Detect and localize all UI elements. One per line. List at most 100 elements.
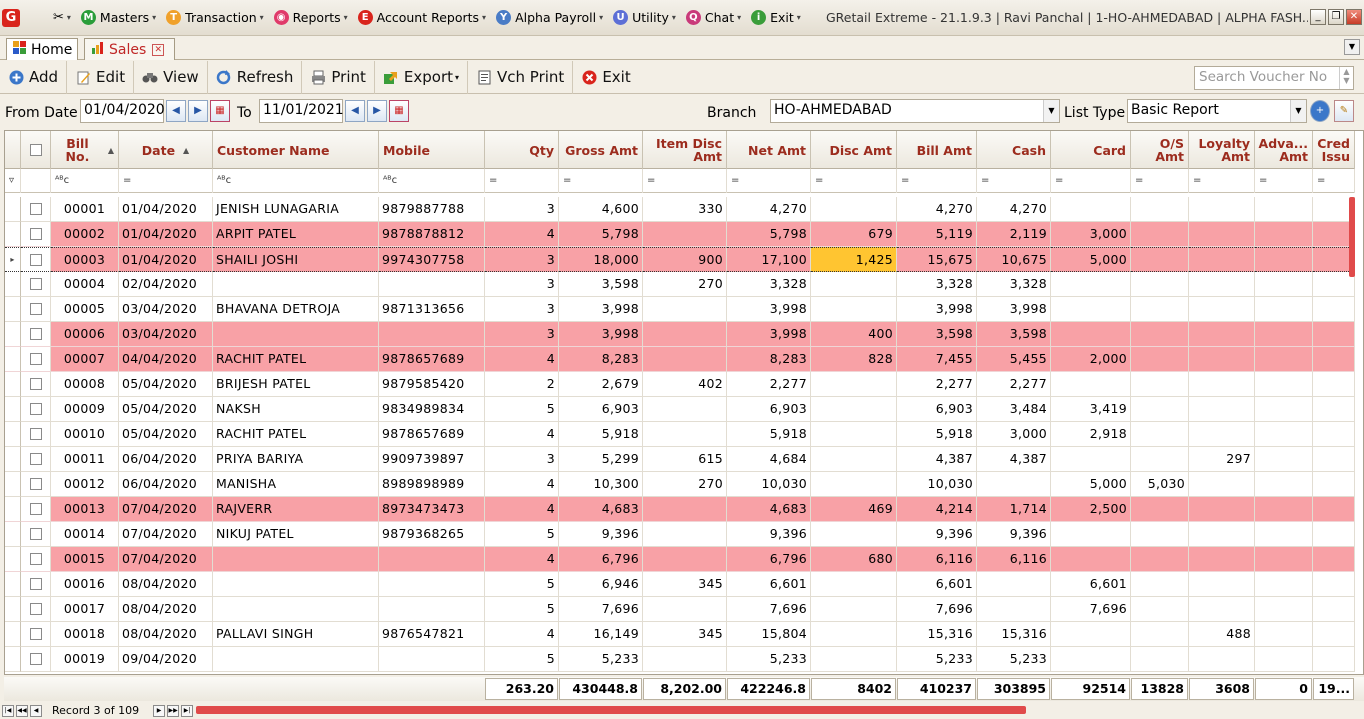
cell-card[interactable]: 6,601	[1051, 572, 1131, 597]
cell-disc[interactable]	[811, 472, 897, 497]
column-header-date[interactable]: Date ▲	[119, 131, 213, 169]
row-checkbox[interactable]	[29, 303, 42, 315]
filter-cell-customer[interactable]: ᴬᴮc	[213, 169, 379, 193]
cell-customer[interactable]: PRIYA BARIYA	[213, 447, 379, 472]
cell-mobile[interactable]: 9879368265	[379, 522, 485, 547]
cell-os[interactable]	[1131, 397, 1189, 422]
cell-cash[interactable]	[977, 472, 1051, 497]
exit-button[interactable]: Exit	[573, 61, 638, 94]
cell-net[interactable]: 9,396	[727, 522, 811, 547]
cell-card[interactable]	[1051, 547, 1131, 572]
row-checkbox[interactable]	[29, 503, 42, 515]
filter-cell-gross[interactable]: =	[559, 169, 643, 193]
cell-disc[interactable]	[811, 647, 897, 672]
cell-net[interactable]: 3,998	[727, 297, 811, 322]
row-select[interactable]	[21, 372, 51, 397]
tab-home[interactable]: Home	[6, 38, 78, 60]
cell-mobile[interactable]: 9871313656	[379, 297, 485, 322]
filter-cell-item-disc[interactable]: =	[643, 169, 727, 193]
cell-gross[interactable]: 4,600	[559, 197, 643, 222]
cell-qty[interactable]: 3	[485, 322, 559, 347]
cell-gross[interactable]: 6,903	[559, 397, 643, 422]
cell-qty[interactable]: 3	[485, 447, 559, 472]
add-button[interactable]: Add	[0, 60, 68, 94]
cell-date[interactable]: 05/04/2020	[119, 372, 213, 397]
cell-bill-amt[interactable]: 6,601	[897, 572, 977, 597]
column-header-cash[interactable]: Cash	[977, 131, 1051, 169]
cell-loyalty[interactable]	[1189, 322, 1255, 347]
cell-customer[interactable]	[213, 572, 379, 597]
cell-gross[interactable]: 7,696	[559, 597, 643, 622]
cell-qty[interactable]: 5	[485, 522, 559, 547]
restore-button[interactable]: ❐	[1328, 9, 1344, 25]
cell-mobile[interactable]: 8989898989	[379, 472, 485, 497]
cell-card[interactable]	[1051, 647, 1131, 672]
row-select[interactable]	[21, 422, 51, 447]
customize-menu[interactable]: ✂ ▾	[48, 0, 76, 36]
cell-net[interactable]: 6,796	[727, 547, 811, 572]
cell-loyalty[interactable]	[1189, 547, 1255, 572]
cell-mobile[interactable]: 9878878812	[379, 222, 485, 247]
cell-cred[interactable]	[1313, 297, 1355, 322]
cell-adva[interactable]	[1255, 372, 1313, 397]
cell-mobile[interactable]	[379, 547, 485, 572]
add-report-icon[interactable]: +	[1310, 100, 1330, 122]
cell-os[interactable]	[1131, 422, 1189, 447]
cell-disc[interactable]: 679	[811, 222, 897, 247]
cell-cash[interactable]: 5,455	[977, 347, 1051, 372]
cell-cred[interactable]	[1313, 397, 1355, 422]
cell-cash[interactable]: 15,316	[977, 622, 1051, 647]
cell-date[interactable]: 03/04/2020	[119, 322, 213, 347]
cell-cash[interactable]: 3,598	[977, 322, 1051, 347]
cell-item-disc[interactable]	[643, 597, 727, 622]
row-checkbox[interactable]	[29, 478, 42, 490]
cell-os[interactable]	[1131, 622, 1189, 647]
cell-bill-amt[interactable]: 7,696	[897, 597, 977, 622]
cell-customer[interactable]: RAJVERR	[213, 497, 379, 522]
column-header-adva[interactable]: Adva... Amt	[1255, 131, 1313, 169]
chevron-down-icon[interactable]: ▼	[1290, 100, 1306, 122]
filter-cell-qty[interactable]: =	[485, 169, 559, 193]
table-row[interactable]: 00013 07/04/2020 RAJVERR 8973473473 4 4,683 4,…	[5, 497, 1355, 522]
prev-record-button[interactable]: ◀	[30, 704, 42, 717]
row-checkbox[interactable]	[29, 453, 42, 465]
cell-cred[interactable]	[1313, 522, 1355, 547]
cell-bill-amt[interactable]: 2,277	[897, 372, 977, 397]
row-select[interactable]	[21, 447, 51, 472]
cell-adva[interactable]	[1255, 447, 1313, 472]
cell-bill-no[interactable]: 00008	[51, 372, 119, 397]
cell-cred[interactable]	[1313, 422, 1355, 447]
cell-qty[interactable]: 2	[485, 372, 559, 397]
row-checkbox[interactable]	[29, 203, 42, 215]
cell-card[interactable]	[1051, 272, 1131, 297]
row-checkbox[interactable]	[29, 378, 42, 390]
cell-os[interactable]	[1131, 297, 1189, 322]
table-row[interactable]: 00016 08/04/2020 5 6,946 345 6,601 6,601 6,601	[5, 572, 1355, 597]
cell-loyalty[interactable]	[1189, 497, 1255, 522]
filter-cell-os[interactable]: =	[1131, 169, 1189, 193]
cell-gross[interactable]: 5,299	[559, 447, 643, 472]
table-row[interactable]: 00015 07/04/2020 4 6,796 6,796 680 6,116 6,116	[5, 547, 1355, 572]
row-checkbox[interactable]	[29, 353, 42, 365]
cell-item-disc[interactable]	[643, 222, 727, 247]
filter-cell-net[interactable]: =	[727, 169, 811, 193]
column-header-gross[interactable]: Gross Amt	[559, 131, 643, 169]
cell-date[interactable]: 07/04/2020	[119, 497, 213, 522]
cell-loyalty[interactable]	[1189, 372, 1255, 397]
cell-net[interactable]: 5,798	[727, 222, 811, 247]
cell-date[interactable]: 05/04/2020	[119, 397, 213, 422]
cell-qty[interactable]: 5	[485, 647, 559, 672]
cell-mobile[interactable]: 9878657689	[379, 347, 485, 372]
cell-bill-no[interactable]: 00017	[51, 597, 119, 622]
cell-adva[interactable]	[1255, 522, 1313, 547]
cell-disc[interactable]	[811, 447, 897, 472]
cell-customer[interactable]	[213, 647, 379, 672]
prev-page-button[interactable]: ◀◀	[16, 704, 28, 717]
column-header-customer[interactable]: Customer Name	[213, 131, 379, 169]
filter-cell-cred[interactable]: =	[1313, 169, 1355, 193]
row-select[interactable]	[21, 247, 51, 272]
cell-mobile[interactable]	[379, 572, 485, 597]
edit-report-icon[interactable]: ✎	[1334, 100, 1354, 122]
menu-masters[interactable]: M Masters ▾	[76, 0, 161, 36]
cell-item-disc[interactable]: 615	[643, 447, 727, 472]
